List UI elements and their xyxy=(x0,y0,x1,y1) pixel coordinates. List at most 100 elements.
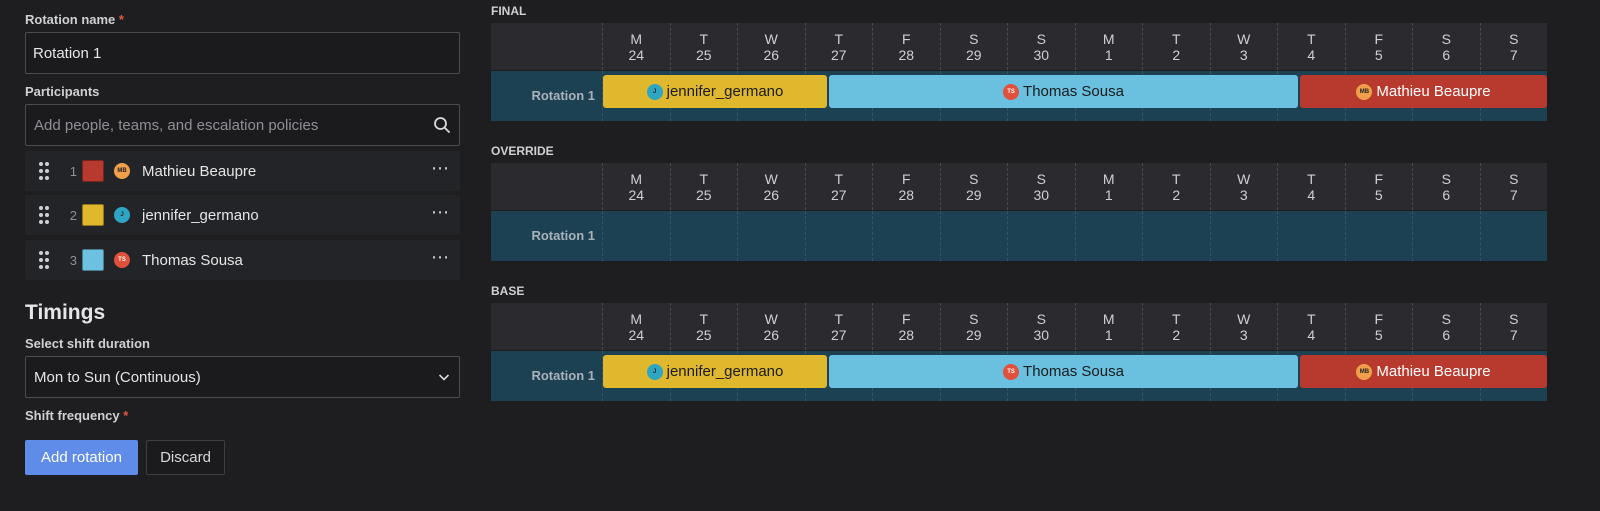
timeline-header: M 24 T 25 W 26 T 27 F 28 S 29 S 30 M1 T2 W3 T4 … xyxy=(491,303,1547,350)
day-column: W 26 xyxy=(737,303,805,350)
participant-color-swatch[interactable] xyxy=(82,204,104,226)
more-options-icon[interactable]: ⋯ xyxy=(431,248,450,272)
more-options-icon[interactable]: ⋯ xyxy=(431,203,450,227)
day-column: M 24 xyxy=(602,163,670,210)
day-column: M1 xyxy=(1074,23,1143,70)
participant-index: 3 xyxy=(69,252,77,268)
day-column: W3 xyxy=(1209,163,1278,210)
participant-item[interactable]: 2 J jennifer_germano ⋯ xyxy=(25,195,460,235)
avatar: TS xyxy=(114,252,130,268)
avatar: J xyxy=(646,83,663,100)
day-column: T 25 xyxy=(669,303,738,350)
day-column: T 25 xyxy=(669,163,738,210)
day-column: S7 xyxy=(1479,303,1548,350)
day-column: T 27 xyxy=(804,303,873,350)
day-column: S 30 xyxy=(1007,163,1075,210)
timeline-header: M 24 T 25 W 26 T 27 F 28 S 29 S 30 M1 T2 W3 T4 … xyxy=(491,163,1547,210)
day-column: T4 xyxy=(1277,303,1345,350)
participant-name: Mathieu Beaupre xyxy=(142,162,257,180)
day-column: S 29 xyxy=(939,303,1008,350)
participants-search[interactable] xyxy=(25,104,460,146)
shift-block-jennifer[interactable]: J jennifer_germano xyxy=(603,75,827,108)
participant-item[interactable]: 3 TS Thomas Sousa ⋯ xyxy=(25,240,460,280)
day-column: S 30 xyxy=(1007,23,1075,70)
day-column: F 28 xyxy=(872,23,940,70)
day-column: F5 xyxy=(1344,163,1413,210)
day-column: T 27 xyxy=(804,23,873,70)
row-label: Rotation 1 xyxy=(531,228,595,243)
avatar: J xyxy=(646,363,663,380)
day-column: S7 xyxy=(1479,163,1548,210)
participant-index: 2 xyxy=(69,207,77,223)
timeline-title: OVERRIDE xyxy=(491,144,554,158)
day-column: F5 xyxy=(1344,23,1413,70)
row-label: Rotation 1 xyxy=(531,88,595,103)
participant-index: 1 xyxy=(69,163,77,179)
drag-handle-icon[interactable] xyxy=(39,162,49,180)
day-column: M 24 xyxy=(602,303,670,350)
day-column: S6 xyxy=(1412,303,1480,350)
day-column: S6 xyxy=(1412,23,1480,70)
shift-duration-label: Select shift duration xyxy=(25,336,150,351)
day-column: M1 xyxy=(1074,303,1143,350)
day-column: T4 xyxy=(1277,163,1345,210)
shift-frequency-label: Shift frequency * xyxy=(25,408,129,423)
timings-heading: Timings xyxy=(25,301,106,324)
chevron-down-icon xyxy=(438,374,450,381)
shift-label: Mathieu Beaupre xyxy=(1376,363,1491,380)
day-column: F5 xyxy=(1344,303,1413,350)
avatar: MB xyxy=(1356,363,1373,380)
rotation-name-label: Rotation name * xyxy=(25,12,124,27)
participants-label: Participants xyxy=(25,84,100,99)
timeline-row[interactable]: Rotation 1 xyxy=(491,211,1547,261)
day-column: W 26 xyxy=(737,163,805,210)
shift-label: jennifer_germano xyxy=(666,83,784,100)
row-label: Rotation 1 xyxy=(531,368,595,383)
shift-block-mathieu[interactable]: MB Mathieu Beaupre xyxy=(1300,75,1547,108)
search-icon[interactable] xyxy=(433,116,451,134)
day-column: T2 xyxy=(1142,23,1210,70)
avatar: TS xyxy=(1003,83,1020,100)
shift-block-thomas[interactable]: TS Thomas Sousa xyxy=(829,355,1298,388)
day-column: T2 xyxy=(1142,303,1210,350)
drag-handle-icon[interactable] xyxy=(39,251,49,269)
avatar: MB xyxy=(1356,83,1373,100)
timeline-title: BASE xyxy=(491,284,525,298)
participant-name: Thomas Sousa xyxy=(142,251,243,269)
timeline-row: Rotation 1 J jennifer_germano TS Thomas … xyxy=(491,71,1547,121)
day-column: S 29 xyxy=(939,163,1008,210)
shift-duration-select[interactable]: Mon to Sun (Continuous) xyxy=(25,356,460,398)
participant-color-swatch[interactable] xyxy=(82,249,104,271)
rotation-name-input[interactable]: Rotation 1 xyxy=(25,32,460,74)
participants-search-input[interactable] xyxy=(34,116,433,134)
day-column: S7 xyxy=(1479,23,1548,70)
timeline-title: FINAL xyxy=(491,4,527,18)
rotation-name-value: Rotation 1 xyxy=(33,44,102,62)
shift-label: Thomas Sousa xyxy=(1023,363,1124,380)
day-column: M1 xyxy=(1074,163,1143,210)
shift-block-thomas[interactable]: TS Thomas Sousa xyxy=(829,75,1298,108)
timeline-header: M 24 T 25 W 26 T 27 F 28 S 29 S 30 M1 T2 W3 T4 … xyxy=(491,23,1547,70)
day-column: T 27 xyxy=(804,163,873,210)
shift-block-mathieu[interactable]: MB Mathieu Beaupre xyxy=(1300,355,1547,388)
day-column: T2 xyxy=(1142,163,1210,210)
add-rotation-button[interactable]: Add rotation xyxy=(25,440,138,475)
day-column: T 25 xyxy=(669,23,738,70)
participant-name: jennifer_germano xyxy=(142,206,259,224)
day-column: W3 xyxy=(1209,303,1278,350)
day-column: F 28 xyxy=(872,303,940,350)
avatar: J xyxy=(114,207,130,223)
day-column: T4 xyxy=(1277,23,1345,70)
avatar: TS xyxy=(1003,363,1020,380)
shift-label: Mathieu Beaupre xyxy=(1376,83,1491,100)
participant-item[interactable]: 1 MB Mathieu Beaupre ⋯ xyxy=(25,151,460,191)
participant-color-swatch[interactable] xyxy=(82,160,104,182)
avatar: MB xyxy=(114,163,130,179)
day-column: M 24 xyxy=(602,23,670,70)
shift-label: jennifer_germano xyxy=(666,363,784,380)
drag-handle-icon[interactable] xyxy=(39,206,49,224)
day-column: W 26 xyxy=(737,23,805,70)
discard-button[interactable]: Discard xyxy=(146,440,225,475)
more-options-icon[interactable]: ⋯ xyxy=(431,159,450,183)
shift-block-jennifer[interactable]: J jennifer_germano xyxy=(603,355,827,388)
